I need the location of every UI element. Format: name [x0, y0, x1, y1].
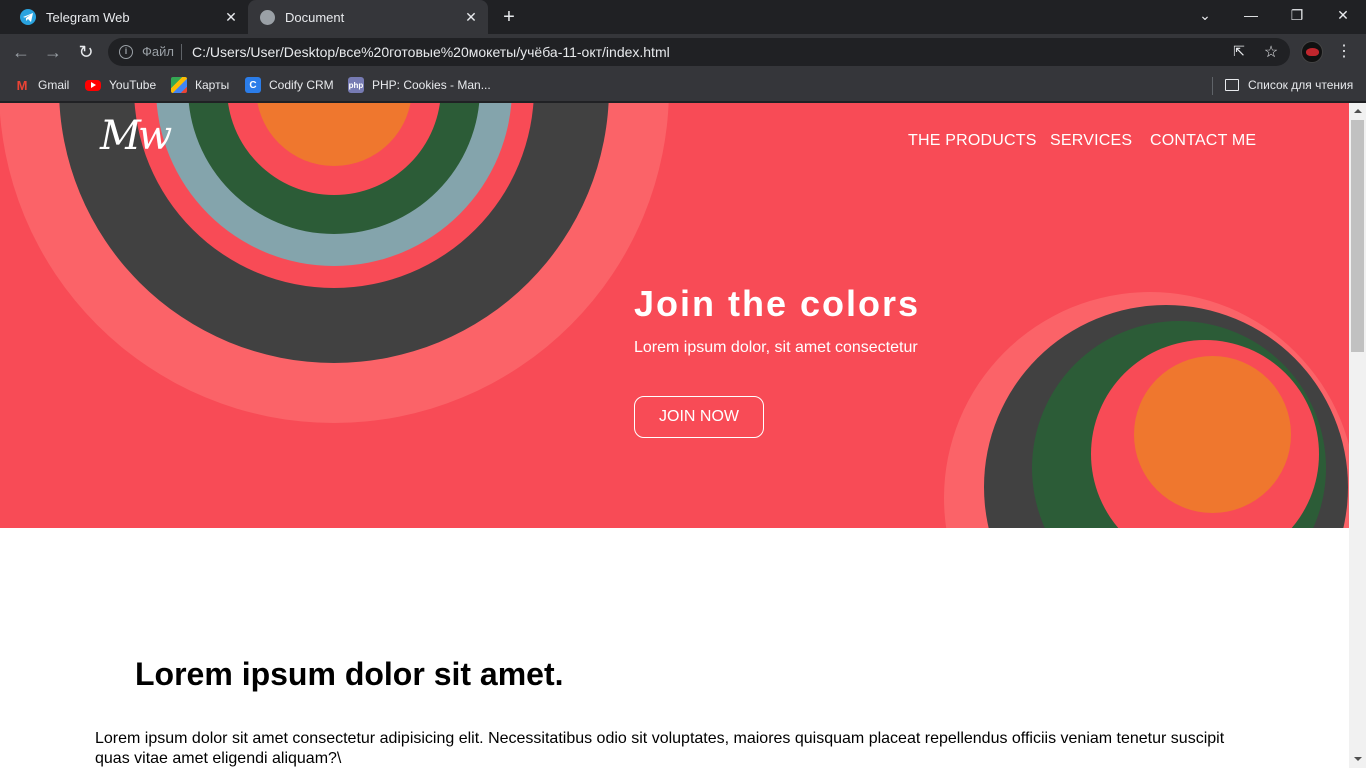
separator [181, 44, 182, 60]
reload-icon[interactable]: ↻ [75, 41, 97, 63]
info-icon[interactable]: i [119, 45, 133, 59]
reading-list-icon [1225, 79, 1239, 91]
forward-icon[interactable]: → [42, 41, 64, 63]
url-text[interactable]: C:/Users/User/Desktop/все%20готовые%20мо… [192, 44, 670, 60]
scroll-up-arrow-icon[interactable] [1349, 103, 1366, 120]
minimize-button[interactable]: — [1228, 0, 1274, 30]
site-logo[interactable]: Mw [100, 115, 210, 157]
tab-strip: Telegram Web ✕ Document ✕ + ⌄ — ❐ ✕ [0, 0, 1366, 34]
scroll-down-arrow-icon[interactable] [1349, 751, 1366, 768]
page-viewport: Mw THE PRODUCTS SERVICES CONTACT ME Join… [0, 103, 1366, 768]
bookmark-star-icon[interactable]: ☆ [1262, 42, 1280, 61]
nav-contact[interactable]: CONTACT ME [1150, 132, 1256, 150]
profile-avatar[interactable] [1301, 41, 1323, 63]
scroll-thumb[interactable] [1351, 120, 1364, 352]
telegram-icon [20, 9, 36, 25]
file-label: Файл [142, 44, 174, 59]
share-icon[interactable]: ⇱ [1230, 43, 1248, 61]
tab-title: Document [285, 9, 345, 25]
codify-icon: C [245, 77, 261, 93]
tab-document[interactable]: Document ✕ [248, 0, 488, 34]
globe-icon [260, 9, 275, 25]
reading-list[interactable]: Список для чтения [1225, 70, 1353, 100]
divider [1212, 77, 1213, 95]
restore-button[interactable]: ❐ [1274, 0, 1320, 30]
bookmark-gmail[interactable]: M Gmail [14, 70, 70, 100]
bookmark-maps[interactable]: Карты [171, 70, 229, 100]
tab-telegram[interactable]: Telegram Web ✕ [8, 0, 248, 34]
kebab-menu-icon[interactable]: ⋮ [1335, 41, 1353, 63]
bookmark-label: YouTube [109, 78, 157, 92]
bookmark-php[interactable]: php PHP: Cookies - Man... [348, 70, 491, 100]
browser-toolbar: ← → ↻ i Файл C:/Users/User/Desktop/все%2… [0, 34, 1366, 70]
hero-section: Mw THE PRODUCTS SERVICES CONTACT ME Join… [0, 103, 1349, 528]
hero-subtitle: Lorem ipsum dolor, sit amet consectetur [634, 339, 918, 356]
decor-circle [1134, 356, 1291, 513]
bookmark-label: Карты [195, 78, 230, 92]
nav-products[interactable]: THE PRODUCTS [908, 132, 1037, 150]
bookmark-youtube[interactable]: YouTube [85, 70, 156, 100]
youtube-icon [85, 79, 101, 91]
tab-search-icon[interactable]: ⌄ [1182, 0, 1228, 30]
reading-list-label: Список для чтения [1248, 78, 1354, 92]
bookmarks-bar: M Gmail YouTube Карты C Codify CRM php P… [0, 70, 1366, 102]
bookmark-label: Gmail [38, 78, 70, 92]
bookmark-codify[interactable]: C Codify CRM [245, 70, 334, 100]
php-icon: php [348, 77, 364, 93]
address-bar[interactable]: i Файл C:/Users/User/Desktop/все%20готов… [108, 38, 1290, 66]
content-paragraph: Lorem ipsum dolor sit amet consectetur a… [95, 730, 1225, 767]
content-heading: Lorem ipsum dolor sit amet. [135, 656, 564, 692]
join-now-button[interactable]: JOIN NOW [634, 396, 764, 438]
gmail-icon: M [16, 77, 28, 93]
close-window-button[interactable]: ✕ [1320, 0, 1366, 30]
back-icon[interactable]: ← [10, 41, 32, 63]
tab-title: Telegram Web [46, 9, 130, 25]
bookmark-label: PHP: Cookies - Man... [372, 78, 491, 92]
close-tab-icon[interactable]: ✕ [222, 8, 240, 26]
bookmark-label: Codify CRM [269, 78, 334, 92]
close-tab-icon[interactable]: ✕ [462, 8, 480, 26]
nav-services[interactable]: SERVICES [1050, 132, 1132, 150]
maps-icon [171, 77, 187, 93]
vertical-scrollbar[interactable] [1349, 103, 1366, 768]
new-tab-button[interactable]: + [498, 6, 520, 28]
hero-title: Join the colors [634, 283, 921, 324]
